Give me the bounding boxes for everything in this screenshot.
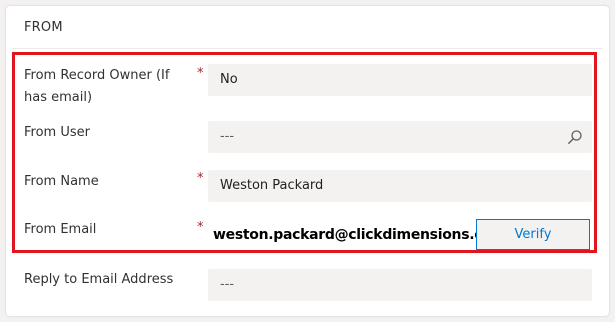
name-label: From Name [24,174,99,189]
record-owner-label: From Record Owner (If has email) [24,68,170,105]
user-lookup-field[interactable]: --- [208,121,592,153]
reply-to-field[interactable]: --- [208,269,592,301]
user-lookup-value: --- [220,129,235,144]
search-icon[interactable] [567,129,583,145]
email-label: From Email [24,222,97,237]
record-owner-field[interactable]: No [208,64,592,96]
section-title: FROM [24,20,63,35]
name-required-marker: * [197,171,204,186]
from-name-field[interactable]: Weston Packard [208,170,592,202]
email-required-marker: * [197,220,204,235]
verify-button[interactable]: Verify [476,219,590,250]
section-divider [12,48,603,49]
record-owner-required-marker: * [197,66,204,81]
reply-to-label: Reply to Email Address [24,272,174,287]
from-email-value[interactable]: weston.packard@clickdimensions.com [213,224,506,246]
user-label: From User [24,125,90,140]
